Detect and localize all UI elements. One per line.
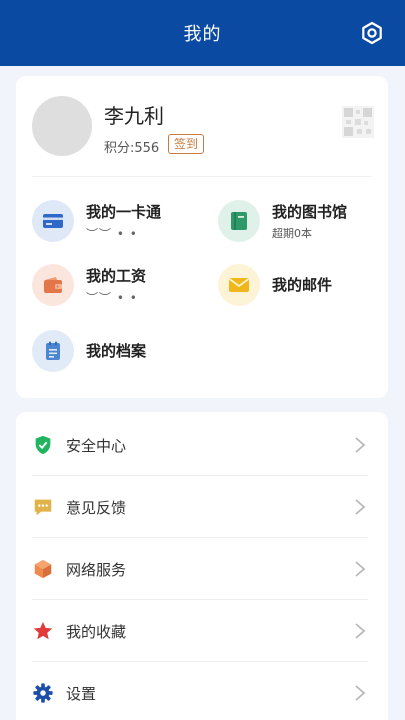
gear-icon [362, 21, 382, 45]
card-icon [43, 214, 63, 228]
menu-card: 安全中心 意见反馈 网络服务 我的收藏 设置 [16, 412, 388, 720]
func-archive[interactable]: 我的档案 [32, 328, 202, 374]
page-title: 我的 [183, 24, 222, 45]
wallet-icon [44, 277, 62, 293]
func-library[interactable]: 我的图书馆 超期0本 [218, 198, 388, 244]
profile-card: 李九利 积分:556 签到 我的一卡通 ︶︶ • • 我的图书馆 超期0本 我的… [16, 76, 388, 398]
func-title: 我的档案 [86, 342, 147, 360]
cube-icon [34, 559, 52, 579]
func-campus-card[interactable]: 我的一卡通 ︶︶ • • [32, 198, 202, 244]
shield-icon [35, 435, 51, 455]
divider [32, 176, 372, 177]
book-icon-badge [218, 200, 260, 242]
menu-feedback[interactable]: 意见反馈 [16, 476, 388, 538]
menu-label: 安全中心 [66, 437, 127, 455]
chevron-right-icon [355, 685, 366, 701]
menu-label: 我的收藏 [66, 623, 127, 641]
chevron-right-icon [355, 437, 366, 453]
func-title: 我的工资 [86, 267, 147, 285]
menu-settings[interactable]: 设置 [16, 662, 388, 720]
menu-label: 意见反馈 [66, 499, 127, 517]
checkin-button[interactable]: 签到 [168, 134, 205, 154]
func-title: 我的图书馆 [272, 203, 348, 221]
menu-label: 设置 [66, 685, 97, 703]
mail-icon-badge [218, 264, 260, 306]
avatar[interactable] [32, 96, 92, 156]
chevron-right-icon [355, 623, 366, 639]
points-label: 积分:556 [104, 141, 160, 156]
menu-network-service[interactable]: 网络服务 [16, 538, 388, 600]
menu-favorites[interactable]: 我的收藏 [16, 600, 388, 662]
func-sub-masked: ︶︶ • • [86, 227, 138, 241]
menu-security-center[interactable]: 安全中心 [16, 414, 388, 476]
chevron-right-icon [355, 561, 366, 577]
settings-icon [33, 683, 53, 703]
star-icon [33, 621, 53, 640]
mail-icon [228, 278, 250, 292]
func-title: 我的一卡通 [86, 203, 162, 221]
menu-label: 网络服务 [66, 561, 127, 579]
func-mail[interactable]: 我的邮件 [218, 262, 388, 308]
user-name: 李九利 [104, 104, 164, 128]
func-salary[interactable]: 我的工资 ︶︶ • • [32, 262, 202, 308]
settings-button[interactable] [359, 20, 385, 46]
chevron-right-icon [355, 499, 366, 515]
func-title: 我的邮件 [272, 276, 333, 294]
qr-code-icon[interactable] [342, 106, 374, 138]
func-sub-masked: ︶︶ • • [86, 291, 138, 305]
top-bar: 我的 [0, 0, 405, 66]
feedback-icon [34, 499, 52, 516]
func-sub: 超期0本 [272, 227, 312, 240]
card-icon-badge [32, 200, 74, 242]
book-icon [231, 212, 247, 230]
archive-icon [46, 341, 60, 360]
archive-icon-badge [32, 330, 74, 372]
wallet-icon-badge [32, 264, 74, 306]
